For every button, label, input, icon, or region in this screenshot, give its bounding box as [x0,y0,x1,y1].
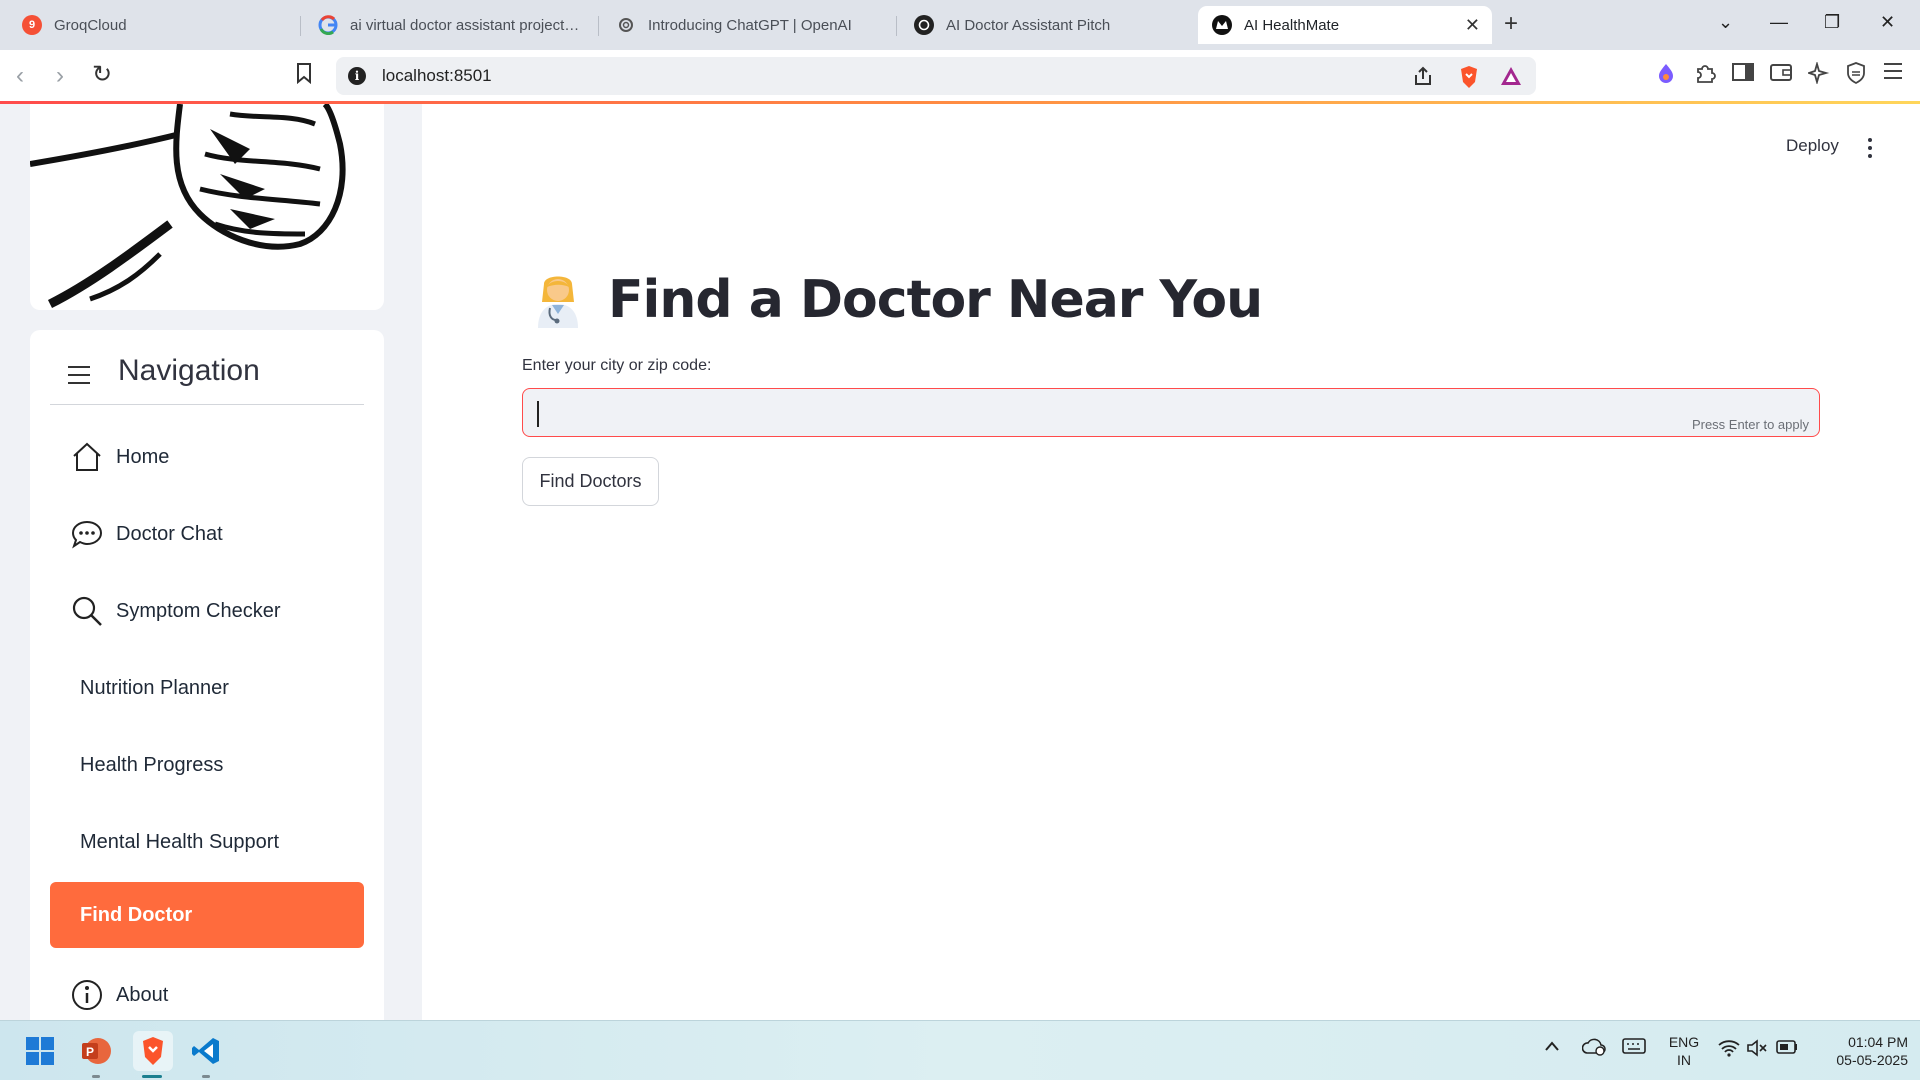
openai-favicon-icon [616,15,636,35]
onedrive-sync-icon[interactable] [1581,1037,1606,1062]
app-indicator [202,1075,210,1078]
tab-divider [896,16,897,36]
find-doctors-button[interactable]: Find Doctors [522,457,659,506]
windows-start-icon[interactable] [22,1033,58,1069]
tab-label: Introducing ChatGPT | OpenAI [648,16,852,34]
tab-divider [300,16,301,36]
deploy-button[interactable]: Deploy [1786,136,1839,156]
tab-divider [598,16,599,36]
nav-item-health-progress[interactable]: Health Progress [50,732,364,798]
close-window-icon[interactable]: ✕ [1880,12,1895,33]
clock[interactable]: 01:04 PM 05-05-2025 [1812,1033,1908,1069]
vpn-shield-icon[interactable] [1846,62,1866,90]
nav-item-label: Health Progress [80,753,224,776]
nav-item-label: Symptom Checker [116,599,281,622]
home-icon [70,440,104,474]
hamburger-icon[interactable] [68,366,90,390]
close-tab-icon[interactable]: ✕ [1465,15,1480,36]
new-tab-button[interactable]: + [1504,10,1518,38]
navigation-menu: Navigation Home Doctor Chat Symptom Chec… [30,330,384,1020]
app-indicator-active [142,1075,162,1078]
url-text[interactable]: localhost:8501 [382,66,492,86]
doctor-emoji-icon [530,270,586,330]
region-code: IN [1677,1052,1691,1068]
bookmark-icon[interactable] [296,62,312,91]
tab-ai-virtual-doctor[interactable]: ai virtual doctor assistant project pp [304,6,594,44]
battery-icon[interactable] [1776,1040,1798,1059]
nav-item-label: About [116,983,169,1006]
leo-sparkle-icon[interactable] [1806,60,1830,90]
address-bar[interactable]: i localhost:8501 [336,57,1536,95]
nav-item-label: Mental Health Support [80,830,280,853]
clock-time: 01:04 PM [1848,1034,1908,1050]
nav-item-about[interactable]: About [50,962,364,1028]
more-options-icon[interactable] [1868,138,1874,162]
leo-ai-icon[interactable] [1656,62,1676,90]
google-favicon-icon [318,15,338,35]
streamlit-favicon-icon [1212,15,1232,35]
fist-logo-icon [30,104,346,309]
svg-text:P: P [86,1045,94,1059]
tab-label: GroqCloud [54,16,127,34]
keyboard-icon[interactable] [1622,1037,1646,1060]
brave-shields-icon[interactable] [1458,65,1480,95]
city-zip-input[interactable]: Press Enter to apply [522,388,1820,437]
restore-window-icon[interactable]: ❐ [1824,12,1840,33]
main-content [422,104,1920,1020]
wallet-icon[interactable] [1770,62,1792,88]
text-cursor [537,401,539,427]
nav-item-find-doctor[interactable]: Find Doctor [50,882,364,948]
browser-tab-bar: 9 GroqCloud ai virtual doctor assistant … [0,0,1920,50]
forward-arrow-icon[interactable]: › [56,62,64,90]
nav-item-label: Doctor Chat [116,522,223,545]
back-arrow-icon[interactable]: ‹ [16,62,24,90]
navigation-header: Navigation [50,350,364,405]
tab-ai-healthmate[interactable]: AI HealthMate ✕ [1198,6,1492,44]
nav-item-nutrition-planner[interactable]: Nutrition Planner [50,655,364,721]
tab-label: ai virtual doctor assistant project pp [350,16,580,34]
powerpoint-icon[interactable]: P [78,1033,114,1069]
tab-search-chevron-icon[interactable]: ⌄ [1718,12,1733,33]
share-icon[interactable] [1412,65,1434,93]
tab-introducing-chatgpt[interactable]: Introducing ChatGPT | OpenAI [602,6,892,44]
tab-groqcloud[interactable]: 9 GroqCloud [8,6,298,44]
site-info-icon[interactable]: i [348,67,366,85]
nav-item-label: Home [116,445,170,468]
input-hint: Press Enter to apply [1691,417,1809,432]
show-hidden-icons-chevron-icon[interactable] [1544,1039,1560,1057]
nav-item-home[interactable]: Home [50,424,364,490]
nav-item-label: Nutrition Planner [80,676,229,699]
page-title: Find a Doctor Near You [608,270,1263,330]
language-code: ENG [1668,1034,1700,1050]
tab-ai-doctor-pitch[interactable]: AI Doctor Assistant Pitch [900,6,1190,44]
browser-menu-icon[interactable] [1882,62,1904,86]
speaker-muted-icon[interactable] [1746,1039,1768,1062]
clock-date: 05-05-2025 [1836,1052,1908,1068]
brave-icon[interactable] [133,1031,173,1071]
openai-favicon-icon [914,15,934,35]
minimize-window-icon[interactable]: — [1770,12,1788,33]
language-indicator[interactable]: ENG IN [1666,1033,1702,1069]
sidebar-toggle-icon[interactable] [1732,62,1754,88]
wifi-icon[interactable] [1718,1039,1740,1062]
search-icon [70,594,104,628]
city-input-label: Enter your city or zip code: [522,357,712,374]
nav-item-doctor-chat[interactable]: Doctor Chat [50,501,364,567]
vscode-icon[interactable] [188,1033,224,1069]
nav-item-mental-health-support[interactable]: Mental Health Support [50,809,364,875]
reload-icon[interactable]: ↻ [92,60,112,89]
app-logo-card [30,104,384,310]
chat-icon [70,517,104,551]
tab-label: AI HealthMate [1244,16,1340,34]
nav-item-symptom-checker[interactable]: Symptom Checker [50,578,364,644]
groqcloud-favicon-icon: 9 [22,15,42,35]
windows-taskbar: P ENG IN 01:04 PM 05-05-2025 [0,1020,1920,1080]
tab-label: AI Doctor Assistant Pitch [946,16,1111,34]
navigation-title: Navigation [118,354,260,387]
info-icon [70,978,104,1012]
extensions-icon[interactable] [1694,62,1716,90]
brave-rewards-icon[interactable] [1500,65,1522,93]
nav-item-label: Find Doctor [80,903,193,926]
app-indicator [92,1075,100,1078]
